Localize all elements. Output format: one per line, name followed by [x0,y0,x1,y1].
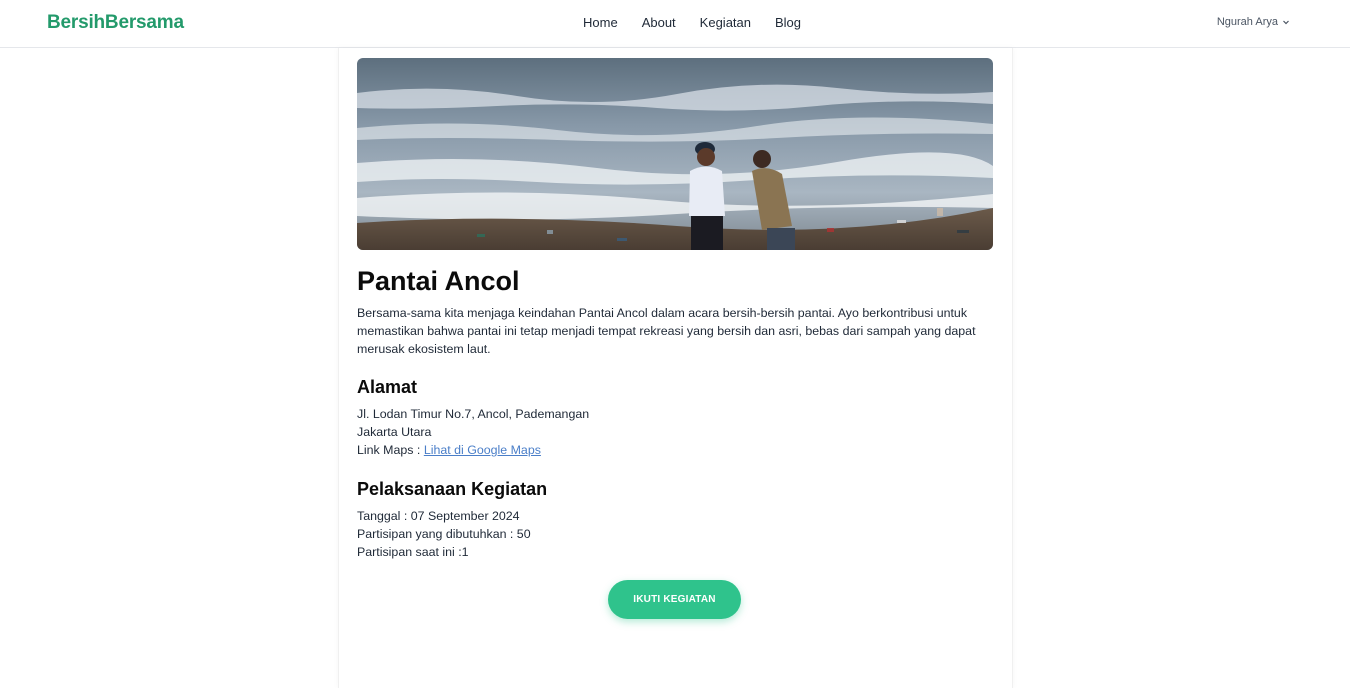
event-description: Bersama-sama kita menjaga keindahan Pant… [357,306,976,356]
participants-needed: Partisipan yang dibutuhkan : 50 [357,527,531,541]
user-menu[interactable]: Ngurah Arya [1217,16,1290,28]
address-line-2: Jakarta Utara [357,425,432,439]
nav-kegiatan[interactable]: Kegiatan [700,15,751,30]
maps-label: Link Maps : [357,443,424,457]
participants-current: Partisipan saat ini :1 [357,545,469,559]
address-block: Jl. Lodan Timur No.7, Ancol, Pademangan … [357,405,589,459]
nav-blog[interactable]: Blog [775,15,801,30]
brand-logo[interactable]: BersihBersama [47,12,184,34]
address-heading: Alamat [357,377,418,397]
google-maps-link[interactable]: Lihat di Google Maps [424,443,541,457]
event-title: Pantai Ancol [357,266,520,296]
event-date: Tanggal : 07 September 2024 [357,509,520,523]
chevron-down-icon [1282,18,1290,26]
event-hero-image [357,58,993,250]
join-event-button[interactable]: IKUTI KEGIATAN [608,580,741,619]
beach-photo [357,58,993,250]
user-name: Ngurah Arya [1216,16,1278,28]
nav-home[interactable]: Home [583,15,618,30]
nav-about[interactable]: About [642,15,676,30]
top-navbar: BersihBersama Home About Kegiatan Blog N… [0,0,1350,48]
schedule-heading: Pelaksanaan Kegiatan [357,479,548,499]
address-line-1: Jl. Lodan Timur No.7, Ancol, Pademangan [357,407,590,421]
schedule-block: Tanggal : 07 September 2024 Partisipan y… [357,507,531,561]
maps-row: Link Maps : Lihat di Google Maps [357,441,589,459]
main-nav: Home About Kegiatan Blog [583,15,825,30]
